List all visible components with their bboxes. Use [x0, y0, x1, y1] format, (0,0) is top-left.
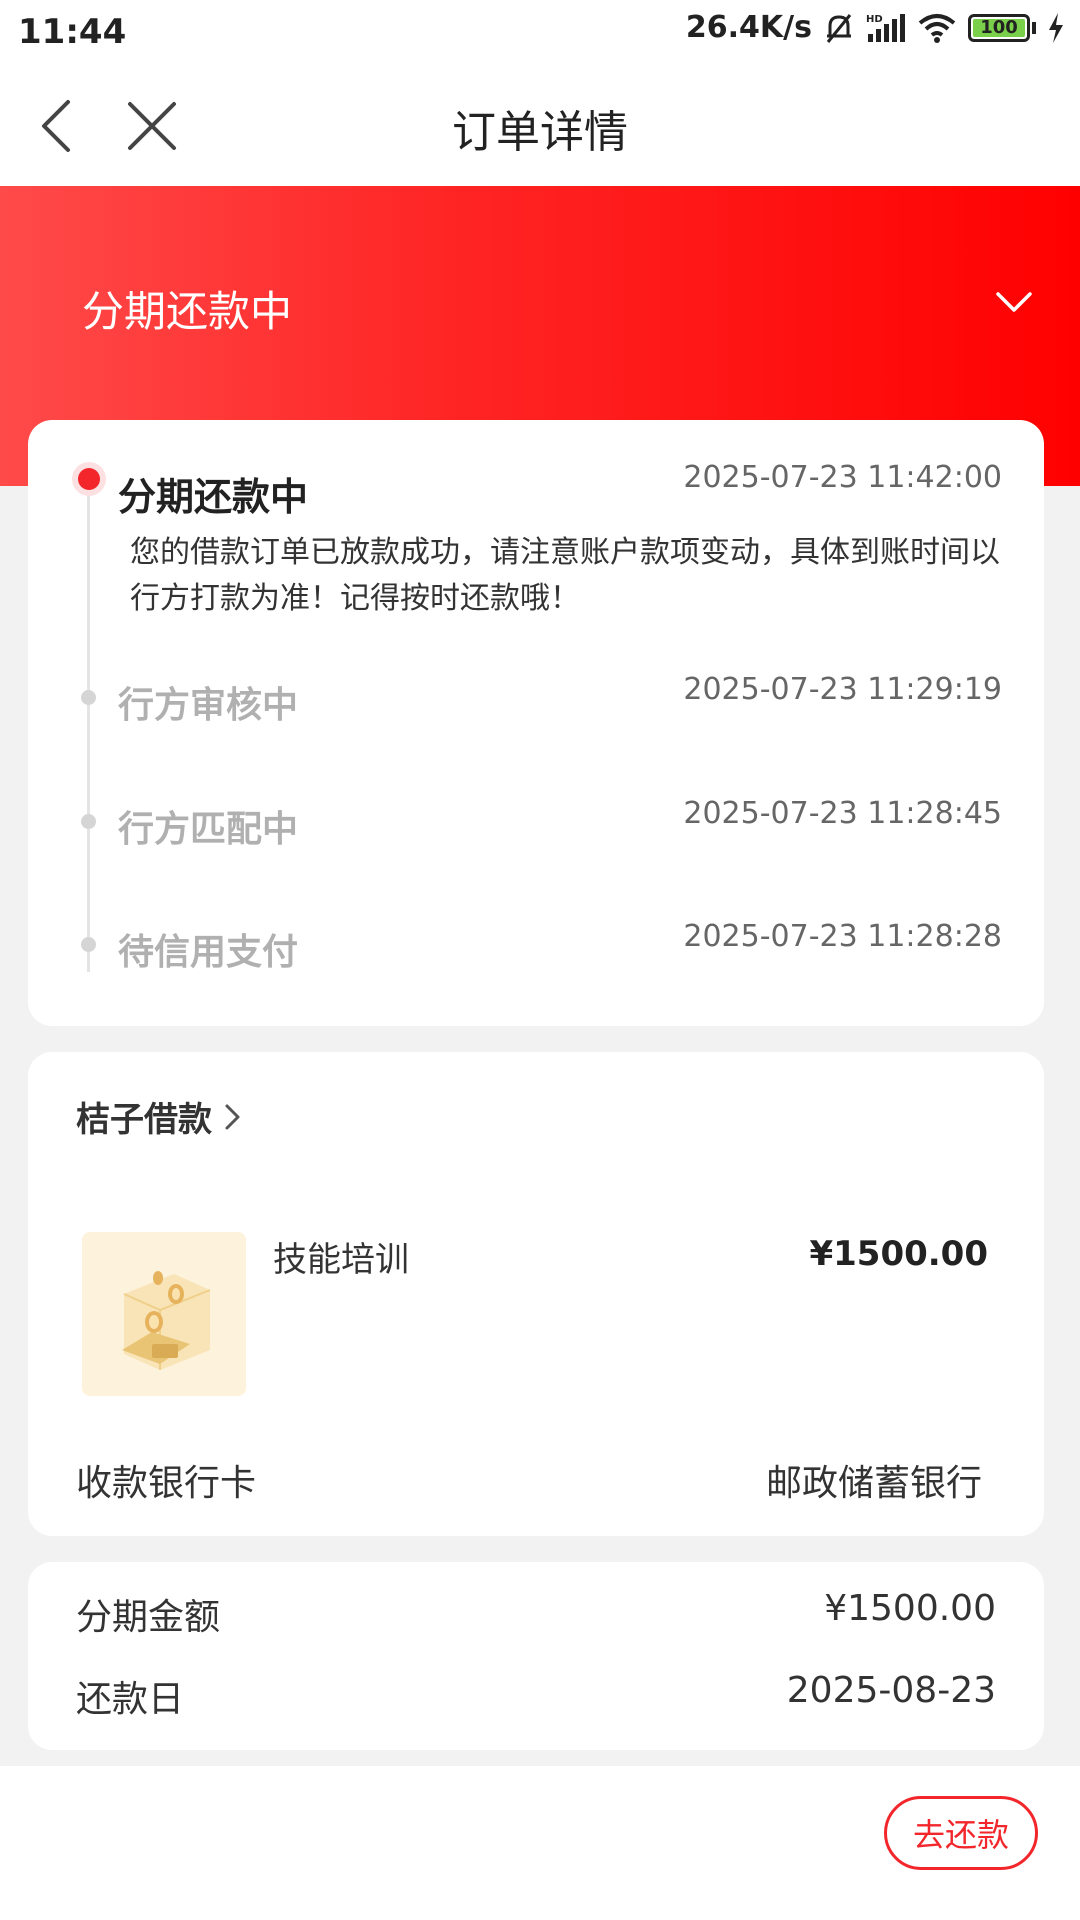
bank-card-label: 收款银行卡: [76, 1463, 257, 1504]
merchant-name: 桔子借款: [76, 1100, 212, 1140]
product-title: 技能培训: [273, 1240, 409, 1280]
mute-bell-icon: [826, 13, 852, 43]
timeline-item-time: 2025-07-23 11:28:28: [683, 919, 1002, 954]
battery-label: 100: [980, 17, 1018, 38]
installment-amount-label: 分期金额: [76, 1597, 221, 1638]
battery-icon: 100: [968, 13, 1030, 42]
status-bar: 11:44 26.4K/s HD 100: [0, 0, 1080, 66]
coin-box-icon: [122, 1271, 211, 1370]
timeline-dot: [81, 814, 96, 829]
timeline-current-time: 2025-07-23 11:42:00: [683, 460, 1002, 495]
product-card: 桔子借款 技能培训 ¥1500.00 收款银行卡 邮政储蓄银行: [28, 1052, 1044, 1536]
timeline-item-title: 行方审核中: [118, 685, 299, 726]
nav-bar: 订单详情: [0, 66, 1080, 186]
banner-title: 分期还款中: [82, 287, 293, 336]
battery-cap: [1032, 21, 1036, 34]
chevron-right-icon: [225, 1104, 240, 1129]
timeline-item-title: 待信用支付: [118, 932, 299, 973]
installment-amount-value: ¥1500.00: [824, 1588, 996, 1629]
svg-text:HD: HD: [866, 14, 883, 25]
repayment-date-label: 还款日: [76, 1679, 185, 1720]
repay-button[interactable]: 去还款: [884, 1796, 1038, 1870]
status-icons: 26.4K/s HD 100: [686, 10, 1064, 45]
timeline-dot-active: [78, 468, 100, 490]
timeline-item-time: 2025-07-23 11:28:45: [683, 796, 1002, 831]
bank-card-value: 邮政储蓄银行: [765, 1463, 982, 1504]
timeline-item-title: 行方匹配中: [118, 809, 299, 850]
wifi-icon: [918, 13, 956, 43]
timeline-item-time: 2025-07-23 11:29:19: [683, 672, 1002, 707]
bottom-action-bar: 去还款: [0, 1766, 1080, 1920]
charging-icon: [1049, 12, 1063, 43]
timeline-current-description: 您的借款订单已放款成功，请注意账户款项变动，具体到账时间以行方打款为准！记得按时…: [130, 535, 1000, 616]
hd-signal-icon: HD: [866, 13, 905, 42]
page-title: 订单详情: [452, 107, 628, 158]
installment-info-card: 分期金额 ¥1500.00 还款日 2025-08-23: [28, 1562, 1044, 1750]
network-speed: 26.4K/s: [685, 10, 812, 45]
status-time: 11:44: [18, 12, 127, 52]
merchant-link[interactable]: 桔子借款: [76, 1092, 244, 1141]
chevron-down-icon[interactable]: [990, 284, 1038, 324]
timeline-current-title: 分期还款中: [118, 475, 309, 519]
product-price: ¥1500.00: [809, 1234, 988, 1274]
order-timeline-card: 分期还款中 2025-07-23 11:42:00 您的借款订单已放款成功，请注…: [28, 420, 1044, 1026]
product-image: [82, 1232, 246, 1396]
timeline-dot: [81, 690, 96, 705]
repayment-date-value: 2025-08-23: [786, 1670, 996, 1711]
timeline-dot: [81, 937, 96, 952]
timeline-line: [87, 482, 90, 972]
